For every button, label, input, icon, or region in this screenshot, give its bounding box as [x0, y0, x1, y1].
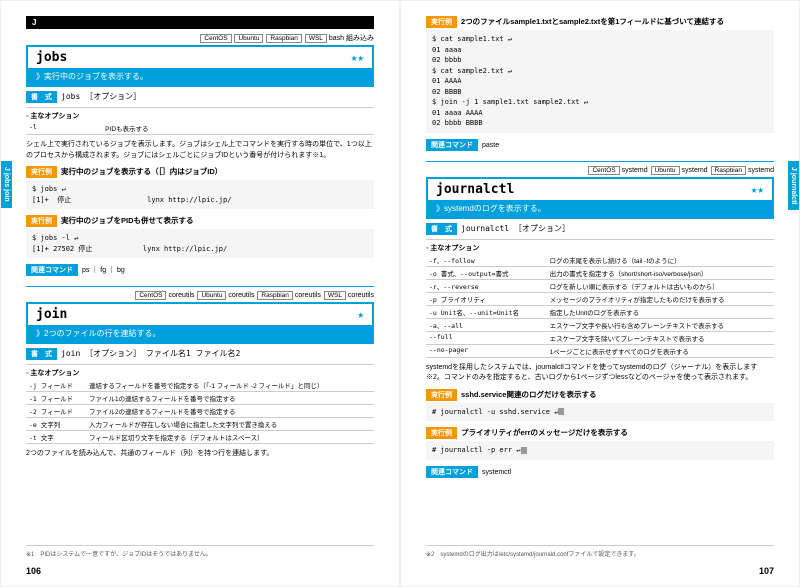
footnote: ※2 systemdのログ出力は/etc/systemd/journald.co… — [426, 545, 774, 558]
cursor-icon — [558, 408, 564, 415]
options-table: -f、--followログの末尾を表示し続ける（tail -fのように） -o … — [426, 254, 774, 358]
related-commands: ps ｜ fg ｜ bg — [82, 267, 125, 274]
side-tab-left: J jobs join — [1, 161, 12, 208]
tag-suffix: bash 組み込み — [329, 35, 374, 42]
command-description: 》2つのファイルの行を連結する。 — [28, 325, 372, 342]
syntax-label: 書 式 — [26, 348, 57, 360]
related-commands: systemctl — [482, 469, 511, 476]
syntax-label: 書 式 — [26, 91, 57, 103]
options-heading: ◦ 主なオプション — [26, 111, 374, 121]
command-name: join — [36, 307, 67, 322]
tag: WSL — [305, 34, 327, 43]
example-label: 実行例 — [426, 389, 457, 401]
tag: Raspbian — [257, 291, 292, 300]
star-rating: ★★ — [351, 51, 364, 64]
cmd-join: CentOS coreutils Ubuntu coreutils Raspbi… — [26, 291, 374, 460]
tags-row: CentOS systemd Ubuntu systemd Raspbian s… — [426, 166, 774, 175]
example-block: # journalctl -p err ↵ — [426, 441, 774, 460]
syntax-text: join ［オプション］ ファイル名1 ファイル名2 — [61, 349, 240, 358]
body-text: systemdを採用したシステムでは、journalctlコマンドを使ってsys… — [426, 363, 774, 384]
page-right: J journalctl 実行例 2つのファイルsample1.txtとsampl… — [400, 0, 800, 587]
example-title: sshd.service関連のログだけを表示する — [461, 390, 596, 399]
options-table: -j フィールド連結するフィールドを番号で指定する（「-1 フィールド -2 フ… — [26, 379, 374, 444]
command-box: jobs ★★ 》実行中のジョブを表示する。 — [26, 45, 374, 87]
tag-suffix: coreutils — [348, 292, 374, 299]
example-block: $ jobs ↵ [1]+ 停止 lynx http://lpic.jp/ — [26, 180, 374, 209]
command-name: jobs — [36, 50, 67, 65]
options-table: -lPIDも表示する — [26, 122, 374, 135]
cmd-join-cont: 実行例 2つのファイルsample1.txtとsample2.txtを第1フィール… — [426, 16, 774, 151]
tag-suffix: coreutils — [228, 292, 254, 299]
tag: WSL — [324, 291, 346, 300]
syntax-text: journalctl ［オプション］ — [461, 224, 570, 233]
tag-suffix: systemd — [748, 167, 774, 174]
page-number: 106 — [26, 566, 41, 576]
tag: Ubuntu — [651, 166, 680, 175]
star-rating: ★ — [357, 308, 364, 321]
tags-row: CentOS Ubuntu Raspbian WSL bash 組み込み — [26, 33, 374, 43]
tag: Raspbian — [711, 166, 746, 175]
example-title: 実行中のジョブを表示する（［］内はジョブID） — [61, 167, 222, 176]
side-tab-right: J journalctl — [788, 161, 799, 210]
example-label: 実行例 — [426, 427, 457, 439]
tag-suffix: coreutils — [295, 292, 321, 299]
body-text: シェル上で実行されているジョブを表示します。ジョブはシェル上でコマンドを実行する… — [26, 140, 374, 161]
tags-row: CentOS coreutils Ubuntu coreutils Raspbi… — [26, 291, 374, 300]
example-label: 実行例 — [426, 16, 457, 28]
related-commands: paste — [482, 142, 499, 149]
cursor-icon — [521, 447, 527, 454]
footnote: ※1 PIDはシステムで一意ですが、ジョブIDはそうではありません。 — [26, 545, 374, 558]
example-label: 実行例 — [26, 215, 57, 227]
tag: CentOS — [135, 291, 166, 300]
cmd-jobs: CentOS Ubuntu Raspbian WSL bash 組み込み job… — [26, 33, 374, 276]
tag: Ubuntu — [197, 291, 226, 300]
related-label: 関連コマンド — [426, 466, 478, 478]
star-rating: ★★ — [751, 183, 764, 196]
tag: Ubuntu — [234, 34, 263, 43]
cmd-journalctl: CentOS systemd Ubuntu systemd Raspbian s… — [426, 166, 774, 478]
tag-suffix: systemd — [622, 167, 648, 174]
tag: CentOS — [588, 166, 619, 175]
tag-suffix: coreutils — [168, 292, 194, 299]
example-block: $ jobs -l ↵ [1]+ 27502 停止 lynx http://lp… — [26, 229, 374, 258]
example-title: 実行中のジョブをPIDも併せて表示する — [61, 216, 194, 225]
tag: CentOS — [200, 34, 231, 43]
example-block: $ cat sample1.txt ↵ 01 aaaa 02 bbbb $ ca… — [426, 30, 774, 133]
tag-suffix: systemd — [682, 167, 708, 174]
related-label: 関連コマンド — [426, 139, 478, 151]
example-label: 実行例 — [26, 166, 57, 178]
body-text: 2つのファイルを読み込んで、共通のフィールド（列）を持つ行を連結します。 — [26, 449, 374, 460]
example-block: # journalctl -u sshd.service ↵ — [426, 403, 774, 422]
command-name: journalctl — [436, 182, 514, 197]
letter-heading: J — [26, 16, 374, 29]
page-number: 107 — [759, 566, 774, 576]
syntax-label: 書 式 — [426, 223, 457, 235]
command-description: 》systemdのログを表示する。 — [428, 200, 772, 217]
options-heading: ◦ 主なオプション — [426, 243, 774, 253]
syntax-text: jobs ［オプション］ — [61, 92, 141, 101]
example-title: プライオリティがerrのメッセージだけを表示する — [461, 428, 628, 437]
related-label: 関連コマンド — [26, 264, 78, 276]
command-box: journalctl ★★ 》systemdのログを表示する。 — [426, 177, 774, 219]
command-description: 》実行中のジョブを表示する。 — [28, 68, 372, 85]
options-heading: ◦ 主なオプション — [26, 368, 374, 378]
tag: Raspbian — [266, 34, 301, 43]
command-box: join ★ 》2つのファイルの行を連結する。 — [26, 302, 374, 344]
example-title: 2つのファイルsample1.txtとsample2.txtを第1フィールドに基… — [461, 17, 724, 26]
page-left: J jobs join J CentOS Ubuntu Raspbian WSL… — [0, 0, 400, 587]
